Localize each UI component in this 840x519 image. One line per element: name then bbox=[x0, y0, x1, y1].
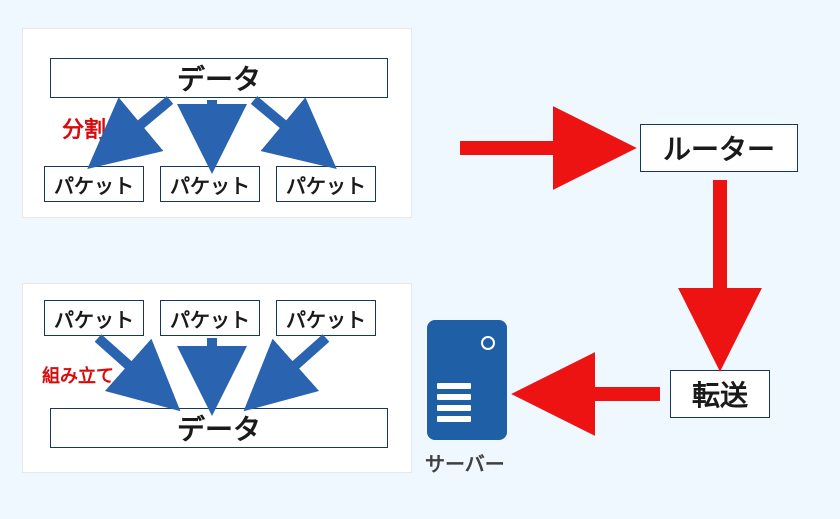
label-split: 分割 bbox=[62, 112, 106, 144]
box-packet-bottom-2: パケット bbox=[160, 300, 260, 336]
label-data-bottom: データ bbox=[177, 408, 261, 448]
label-packet-top-2: パケット bbox=[170, 170, 250, 199]
box-packet-top-3: パケット bbox=[276, 166, 376, 202]
box-packet-top-1: パケット bbox=[44, 166, 144, 202]
label-transfer: 転送 bbox=[692, 374, 748, 414]
label-assemble: 組み立て bbox=[42, 362, 114, 388]
box-packet-bottom-3: パケット bbox=[276, 300, 376, 336]
server-icon bbox=[427, 320, 507, 440]
label-packet-top-1: パケット bbox=[54, 170, 134, 199]
box-packet-bottom-1: パケット bbox=[44, 300, 144, 336]
label-packet-bottom-1: パケット bbox=[54, 304, 134, 333]
box-packet-top-2: パケット bbox=[160, 166, 260, 202]
box-data-top: データ bbox=[50, 58, 388, 98]
label-data-top: データ bbox=[177, 58, 261, 98]
box-transfer: 転送 bbox=[670, 370, 770, 418]
box-data-bottom: データ bbox=[50, 408, 388, 448]
label-server: サーバー bbox=[425, 448, 505, 477]
label-packet-top-3: パケット bbox=[286, 170, 366, 199]
box-router: ルーター bbox=[640, 124, 798, 172]
label-router: ルーター bbox=[663, 128, 775, 168]
label-packet-bottom-3: パケット bbox=[286, 304, 366, 333]
label-packet-bottom-2: パケット bbox=[170, 304, 250, 333]
